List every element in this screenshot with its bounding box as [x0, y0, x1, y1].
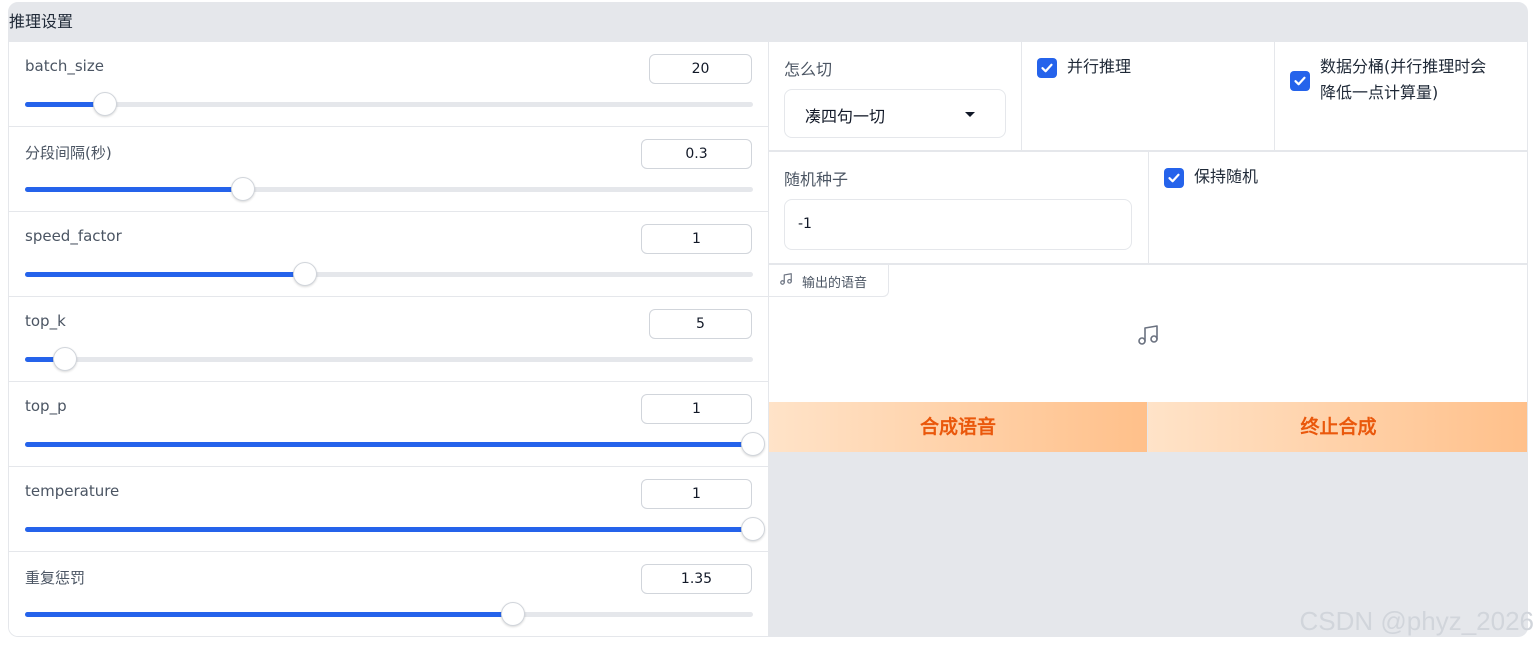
slider-column: batch_size 20 分段间隔(秒) 0.3 speed_factor 1… — [9, 42, 768, 636]
slider-fill — [25, 272, 306, 277]
bucket-label-line2: 降低一点计算量) — [1320, 83, 1439, 102]
stop-synthesis-button[interactable]: 终止合成 — [1148, 402, 1527, 452]
slider-label: 分段间隔(秒) — [25, 144, 112, 162]
slider-thumb[interactable] — [93, 92, 118, 116]
split-method-dropdown[interactable]: 凑四句一切 — [784, 89, 1006, 138]
slider-batch-size: batch_size 20 — [9, 42, 768, 127]
slider-thumb[interactable] — [53, 347, 78, 371]
seed-input[interactable]: -1 — [784, 199, 1132, 250]
options-column: 怎么切 凑四句一切 并行推理 数据分桶(并行推理时会 降低一点计算量) 随机种子… — [769, 42, 1527, 636]
parallel-label: 并行推理 — [1067, 57, 1132, 76]
slider-label: batch_size — [25, 57, 104, 75]
synthesize-button[interactable]: 合成语音 — [769, 402, 1147, 452]
music-note-icon — [780, 273, 792, 285]
output-audio-tag: 输出的语音 — [769, 265, 889, 297]
slider-segment-interval: 分段间隔(秒) 0.3 — [9, 127, 768, 212]
panel-title: 推理设置 — [9, 3, 1527, 42]
slider-label: top_k — [25, 312, 66, 330]
slider-track[interactable] — [25, 92, 753, 116]
slider-fill — [25, 187, 244, 192]
parallel-checkbox[interactable] — [1037, 58, 1057, 78]
output-audio-label: 输出的语音 — [802, 276, 868, 291]
parallel-cell: 并行推理 — [1022, 42, 1274, 150]
slider-track[interactable] — [25, 517, 765, 541]
slider-track[interactable] — [25, 262, 753, 286]
slider-number-input[interactable]: 5 — [649, 309, 752, 339]
slider-number-input[interactable]: 1 — [641, 479, 752, 509]
slider-thumb[interactable] — [741, 432, 765, 456]
slider-top-k: top_k 5 — [9, 297, 768, 382]
watermark: CSDN @phyz_2026 — [1299, 606, 1534, 636]
split-method-value: 凑四句一切 — [805, 107, 886, 126]
output-audio-block: 输出的语音 — [769, 265, 1527, 402]
seed-label: 随机种子 — [784, 170, 849, 189]
slider-track[interactable] — [25, 432, 765, 456]
bucket-checkbox[interactable] — [1290, 71, 1310, 91]
slider-track[interactable] — [25, 347, 753, 371]
slider-speed-factor: speed_factor 1 — [9, 212, 768, 297]
check-icon — [1041, 63, 1053, 73]
slider-number-input[interactable]: 1 — [641, 224, 752, 254]
bucket-cell: 数据分桶(并行推理时会 降低一点计算量) — [1275, 42, 1527, 150]
caret-down-icon — [965, 112, 975, 117]
keep-random-label: 保持随机 — [1194, 167, 1259, 186]
seed-cell: 随机种子 -1 — [769, 152, 1148, 263]
slider-label: speed_factor — [25, 227, 122, 245]
keep-random-cell: 保持随机 — [1149, 152, 1527, 263]
keep-random-checkbox[interactable] — [1164, 168, 1184, 188]
bucket-label-line1: 数据分桶(并行推理时会 — [1320, 57, 1487, 76]
check-icon — [1168, 173, 1180, 183]
slider-number-input[interactable]: 1.35 — [641, 564, 752, 594]
slider-track[interactable] — [25, 177, 753, 201]
slider-thumb[interactable] — [741, 517, 765, 541]
slider-label: top_p — [25, 397, 67, 415]
slider-number-input[interactable]: 1 — [641, 394, 752, 424]
check-icon — [1294, 76, 1306, 86]
slider-repetition-penalty: 重复惩罚 1.35 — [9, 552, 768, 636]
slider-track[interactable] — [25, 602, 753, 626]
slider-label: temperature — [25, 482, 120, 500]
split-method-label: 怎么切 — [784, 60, 833, 79]
split-method-cell: 怎么切 凑四句一切 — [769, 42, 1021, 150]
slider-number-input[interactable]: 0.3 — [641, 139, 752, 169]
slider-fill — [25, 612, 513, 617]
slider-number-input[interactable]: 20 — [649, 54, 752, 84]
slider-thumb[interactable] — [231, 177, 256, 201]
music-note-icon — [1138, 325, 1158, 345]
slider-thumb[interactable] — [293, 262, 318, 286]
inference-settings-panel: 推理设置 batch_size 20 分段间隔(秒) 0.3 speed_fac… — [8, 2, 1528, 637]
slider-temperature: temperature 1 — [9, 467, 768, 552]
slider-thumb[interactable] — [500, 602, 525, 626]
slider-top-p: top_p 1 — [9, 382, 768, 467]
slider-fill — [25, 527, 753, 532]
slider-label: 重复惩罚 — [25, 569, 86, 587]
slider-fill — [25, 442, 753, 447]
